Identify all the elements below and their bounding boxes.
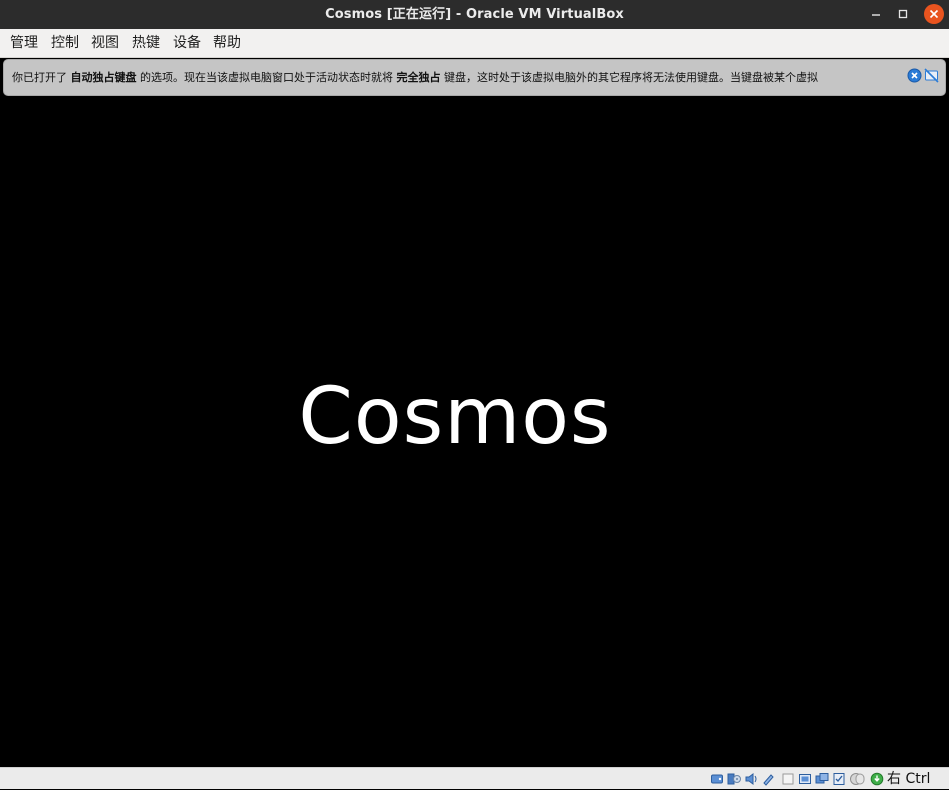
minimize-button[interactable] — [866, 4, 886, 24]
host-key-label[interactable]: 右 Ctrl — [887, 768, 930, 790]
notice-bold-auto-capture: 自动独占键盘 — [70, 71, 137, 84]
boot-logo-text: Cosmos — [298, 372, 612, 462]
vm-display[interactable]: Cosmos — [0, 97, 949, 767]
audio-icon[interactable] — [744, 772, 758, 786]
shared-folders-icon[interactable] — [798, 772, 812, 786]
close-circle-icon — [907, 68, 922, 83]
usb-icon[interactable] — [781, 772, 795, 786]
notice-bold-full-capture: 完全独占 — [396, 71, 441, 84]
window-titlebar[interactable]: Cosmos [正在运行] - Oracle VM VirtualBox — [0, 0, 949, 29]
recording-icon[interactable] — [832, 772, 846, 786]
minimize-icon — [872, 14, 880, 16]
menu-control[interactable]: 控制 — [51, 29, 79, 57]
maximize-button[interactable] — [893, 4, 913, 24]
menu-bar: 管理 控制 视图 热键 设备 帮助 — [0, 29, 949, 58]
notice-message: 你已打开了 自动独占键盘 的选项。现在当该虚拟电脑窗口处于活动状态时就将 完全独… — [12, 71, 818, 84]
suppress-message-icon — [924, 68, 939, 83]
menu-machine[interactable]: 管理 — [10, 29, 38, 57]
menu-devices[interactable]: 设备 — [173, 29, 201, 57]
maximize-icon — [898, 9, 908, 19]
menu-view[interactable]: 视图 — [91, 29, 119, 57]
keyboard-capture-notice: 你已打开了 自动独占键盘 的选项。现在当该虚拟电脑窗口处于活动状态时就将 完全独… — [3, 59, 946, 96]
notice-close-button[interactable] — [907, 68, 922, 83]
keyboard-capture-icon[interactable] — [870, 772, 884, 786]
status-bar: 右 Ctrl — [0, 767, 949, 789]
notice-do-not-show-button[interactable] — [924, 68, 939, 83]
close-icon — [929, 9, 939, 19]
optical-drive-icon[interactable] — [727, 772, 741, 786]
menu-help[interactable]: 帮助 — [213, 29, 241, 57]
close-button[interactable] — [924, 4, 944, 24]
hard-disk-icon[interactable] — [710, 772, 724, 786]
display-icon[interactable] — [815, 772, 829, 786]
menu-input[interactable]: 热键 — [132, 29, 160, 57]
network-icon[interactable] — [761, 772, 775, 786]
window-title: Cosmos [正在运行] - Oracle VM VirtualBox — [325, 7, 624, 22]
mouse-integration-icon[interactable] — [853, 772, 867, 786]
